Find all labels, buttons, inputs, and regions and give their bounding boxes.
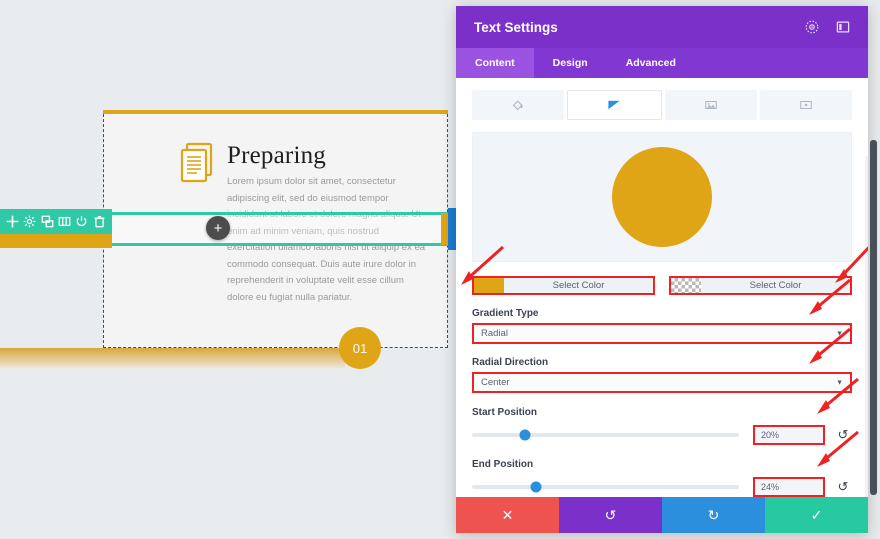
radial-direction-label: Radial Direction <box>472 357 549 368</box>
background-video-tab[interactable] <box>759 90 852 120</box>
tab-advanced[interactable]: Advanced <box>607 48 695 78</box>
gradient-colors-row: Select Color Select Color <box>472 276 852 295</box>
text-module-box[interactable]: Preparing Lorem ipsum dolor sit amet, co… <box>103 114 448 348</box>
screen-root: Preparing Lorem ipsum dolor sit amet, co… <box>0 0 880 539</box>
end-position-field: End Position 24% ↺ <box>472 459 852 497</box>
module-body-text: Lorem ipsum dolor sit amet, consectetur … <box>227 176 426 303</box>
panel-title: Text Settings <box>474 19 558 35</box>
documents-icon <box>180 142 213 183</box>
add-module-button[interactable]: + <box>206 216 230 240</box>
module-title: Preparing <box>227 142 326 169</box>
gradient-icon <box>608 100 620 110</box>
start-position-input[interactable]: 20% <box>753 425 825 445</box>
end-position-input[interactable]: 24% <box>753 477 825 497</box>
background-image-tab[interactable] <box>664 90 757 120</box>
undo-button[interactable]: ↺ <box>559 497 662 533</box>
toolbar-orange-strip <box>0 234 112 248</box>
panel-header: Text Settings <box>456 6 868 48</box>
panel-header-icons <box>805 20 850 34</box>
end-position-slider[interactable] <box>472 481 739 493</box>
page-scrollbar[interactable] <box>870 140 877 495</box>
redo-button[interactable]: ↻ <box>662 497 765 533</box>
radial-direction-field: Radial Direction Center ▼ <box>472 357 852 393</box>
radial-direction-select[interactable]: Center ▼ <box>472 372 852 393</box>
duplicate-icon[interactable] <box>41 215 54 228</box>
start-position-knob[interactable] <box>519 429 531 441</box>
module-action-toolbar[interactable] <box>0 209 112 234</box>
panel-scroll-track <box>865 156 868 533</box>
power-icon[interactable] <box>75 215 88 228</box>
chevron-down-icon: ▼ <box>836 330 843 337</box>
gradient-start-color-label: Select Color <box>552 280 605 291</box>
radial-direction-value: Center <box>481 377 510 388</box>
start-position-slider[interactable] <box>472 429 739 441</box>
section-bottom-gradient <box>0 348 345 370</box>
tab-content[interactable]: Content <box>456 48 534 78</box>
gradient-end-color-label: Select Color <box>749 280 802 291</box>
gradient-start-swatch[interactable] <box>474 278 504 293</box>
panel-body: Select Color Select Color Gradient Type … <box>456 78 868 533</box>
panel-layout-icon[interactable] <box>836 20 850 34</box>
chevron-down-icon: ▼ <box>836 379 843 386</box>
gradient-preview-circle <box>612 147 712 247</box>
section-row[interactable]: Preparing Lorem ipsum dolor sit amet, co… <box>103 110 448 348</box>
panel-tabs: Content Design Advanced <box>456 48 868 78</box>
video-icon <box>800 101 812 109</box>
gradient-end-swatch[interactable] <box>671 278 701 293</box>
module-edge-orange-bar <box>441 213 448 245</box>
step-number-badge: 01 <box>339 327 381 369</box>
start-position-row: 20% ↺ <box>472 425 852 445</box>
move-icon[interactable] <box>6 215 19 228</box>
end-position-knob[interactable] <box>530 481 542 493</box>
end-position-row: 24% ↺ <box>472 477 852 497</box>
image-icon <box>704 101 717 109</box>
background-gradient-tab[interactable] <box>567 90 662 120</box>
gradient-type-select[interactable]: Radial ▼ <box>472 323 852 344</box>
gradient-end-color-button[interactable]: Select Color <box>669 276 852 295</box>
gear-icon[interactable] <box>23 215 36 228</box>
start-position-field: Start Position 20% ↺ <box>472 407 852 445</box>
gradient-start-color-button[interactable]: Select Color <box>472 276 655 295</box>
background-color-tab[interactable] <box>472 90 565 120</box>
paint-bucket-icon <box>512 100 523 111</box>
gradient-preview <box>472 132 852 262</box>
gradient-type-label: Gradient Type <box>472 308 539 319</box>
save-button[interactable]: ✓ <box>765 497 868 533</box>
module-edge-blue-bar <box>448 208 456 250</box>
cancel-button[interactable]: ✕ <box>456 497 559 533</box>
background-type-tabs <box>456 78 868 120</box>
start-position-label: Start Position <box>472 407 538 418</box>
gradient-type-field: Gradient Type Radial ▼ <box>472 308 852 344</box>
start-position-reset-icon[interactable]: ↺ <box>834 427 852 443</box>
responsive-preview-icon[interactable] <box>805 20 819 34</box>
panel-footer: ✕ ↺ ↻ ✓ <box>456 497 868 533</box>
end-position-reset-icon[interactable]: ↺ <box>834 479 852 495</box>
settings-panel: Text Settings Content Design Advanced Se… <box>456 6 868 533</box>
trash-icon[interactable] <box>93 215 106 228</box>
end-position-label: End Position <box>472 459 534 470</box>
page-canvas: Preparing Lorem ipsum dolor sit amet, co… <box>0 0 456 539</box>
columns-icon[interactable] <box>58 215 71 228</box>
gradient-type-value: Radial <box>481 328 508 339</box>
tab-design[interactable]: Design <box>534 48 607 78</box>
